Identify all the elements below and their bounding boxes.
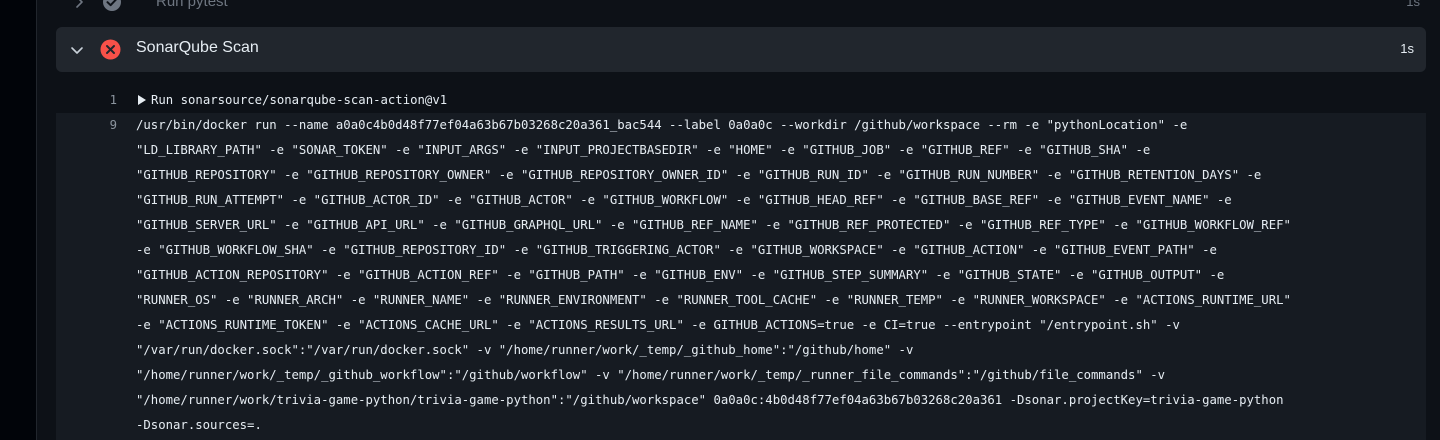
log-command-row: "LD_LIBRARY_PATH" -e "SONAR_TOKEN" -e "I…: [136, 143, 1151, 157]
step-row-sonarqube-scan[interactable]: SonarQube Scan 1s: [56, 27, 1426, 72]
chevron-right-icon: [76, 0, 83, 8]
job-log-panel: Run pytest 1s SonarQube Scan 1s 1 Run so…: [37, 0, 1440, 440]
log-command-row: "/var/run/docker.sock":"/var/run/docker.…: [136, 343, 914, 357]
log-command-row: -Dsonar.sources=.: [136, 418, 262, 432]
line-number[interactable]: 9: [56, 118, 117, 132]
log-command-row: "GITHUB_SERVER_URL" -e "GITHUB_API_URL" …: [136, 218, 1291, 232]
left-sidebar-rail: [0, 0, 37, 440]
log-command-row: "GITHUB_ACTION_REPOSITORY" -e "GITHUB_AC…: [136, 268, 1225, 282]
step-name: SonarQube Scan: [136, 39, 259, 56]
triangle-right-icon[interactable]: [138, 95, 146, 105]
log-command-row: "/home/runner/work/_temp/_github_workflo…: [136, 368, 1166, 382]
x-circle-fill-icon: [100, 39, 121, 60]
log-command-row: "GITHUB_REPOSITORY" -e "GITHUB_REPOSITOR…: [136, 168, 1262, 182]
log-command-line: 9 /usr/bin/docker run --name a0a0c4b0d48…: [56, 113, 1426, 440]
log-group-line[interactable]: 1 Run sonarsource/sonarqube-scan-action@…: [56, 88, 1426, 112]
step-duration: 1s: [1400, 41, 1414, 56]
step-row-run-pytest[interactable]: Run pytest 1s: [57, 0, 1420, 16]
check-circle-icon: [103, 0, 121, 11]
log-command-row: "/home/runner/work/trivia-game-python/tr…: [136, 393, 1284, 407]
step-name: Run pytest: [156, 0, 228, 10]
step-log-output: 1 Run sonarsource/sonarqube-scan-action@…: [56, 88, 1426, 440]
log-command-row: "GITHUB_RUN_ATTEMPT" -e "GITHUB_ACTOR_ID…: [136, 193, 1232, 207]
chevron-down-icon: [71, 47, 83, 54]
step-duration: 1s: [1406, 0, 1420, 9]
log-group-text: Run sonarsource/sonarqube-scan-action@v1: [151, 93, 448, 107]
log-command-row: -e "ACTIONS_RUNTIME_TOKEN" -e "ACTIONS_C…: [136, 318, 1180, 332]
log-command-row: -e "GITHUB_WORKFLOW_SHA" -e "GITHUB_REPO…: [136, 243, 1217, 257]
log-command-row: "RUNNER_OS" -e "RUNNER_ARCH" -e "RUNNER_…: [136, 293, 1291, 307]
log-command-row: /usr/bin/docker run --name a0a0c4b0d48f7…: [136, 118, 1188, 132]
line-number[interactable]: 1: [56, 93, 117, 107]
